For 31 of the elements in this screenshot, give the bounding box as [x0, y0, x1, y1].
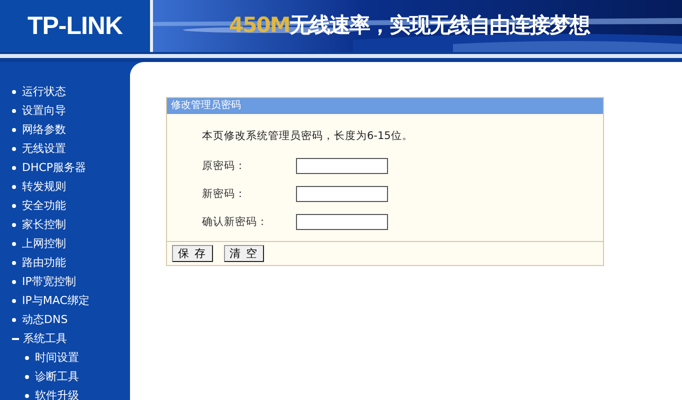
- menu-item[interactable]: IP与MAC绑定: [0, 291, 122, 310]
- password-field[interactable]: [296, 158, 388, 174]
- banner-slogan: 450M无线速率，实现无线自由连接梦想: [229, 12, 590, 39]
- menu-item[interactable]: 路由功能: [0, 253, 122, 272]
- menu-item[interactable]: DHCP服务器: [0, 158, 122, 177]
- panel-title: 修改管理员密码: [167, 98, 603, 114]
- password-field[interactable]: [296, 186, 388, 202]
- field-label: 确认新密码：: [202, 215, 269, 229]
- menu-item[interactable]: 网络参数: [0, 120, 122, 139]
- save-button[interactable]: 保 存: [172, 245, 212, 262]
- panel-description: 本页修改系统管理员密码，长度为6-15位。: [201, 129, 414, 143]
- menu-item[interactable]: 时间设置: [0, 348, 122, 367]
- field-label: 新密码：: [202, 187, 247, 201]
- field-label: 原密码：: [202, 159, 247, 173]
- menu-item[interactable]: 无线设置: [0, 139, 122, 158]
- menu-item[interactable]: 设置向导: [0, 101, 122, 120]
- menu-item[interactable]: IP带宽控制: [0, 272, 122, 291]
- menu-item[interactable]: 系统工具: [0, 329, 122, 348]
- menu-item[interactable]: 诊断工具: [0, 367, 122, 386]
- logo: TP-LINK: [0, 0, 153, 52]
- menu-item[interactable]: 安全功能: [0, 196, 122, 215]
- menu-item[interactable]: 转发规则: [0, 177, 122, 196]
- menu-item[interactable]: 动态DNS: [0, 310, 122, 329]
- password-field[interactable]: [296, 214, 388, 230]
- clear-button[interactable]: 清 空: [224, 245, 264, 262]
- bullet-icon: [25, 374, 29, 378]
- bullet-icon: [25, 394, 29, 398]
- bullet-icon: [25, 356, 29, 360]
- menu-item[interactable]: 家长控制: [0, 215, 122, 234]
- menu-item[interactable]: 上网控制: [0, 234, 122, 253]
- menu-item[interactable]: 运行状态: [0, 82, 122, 101]
